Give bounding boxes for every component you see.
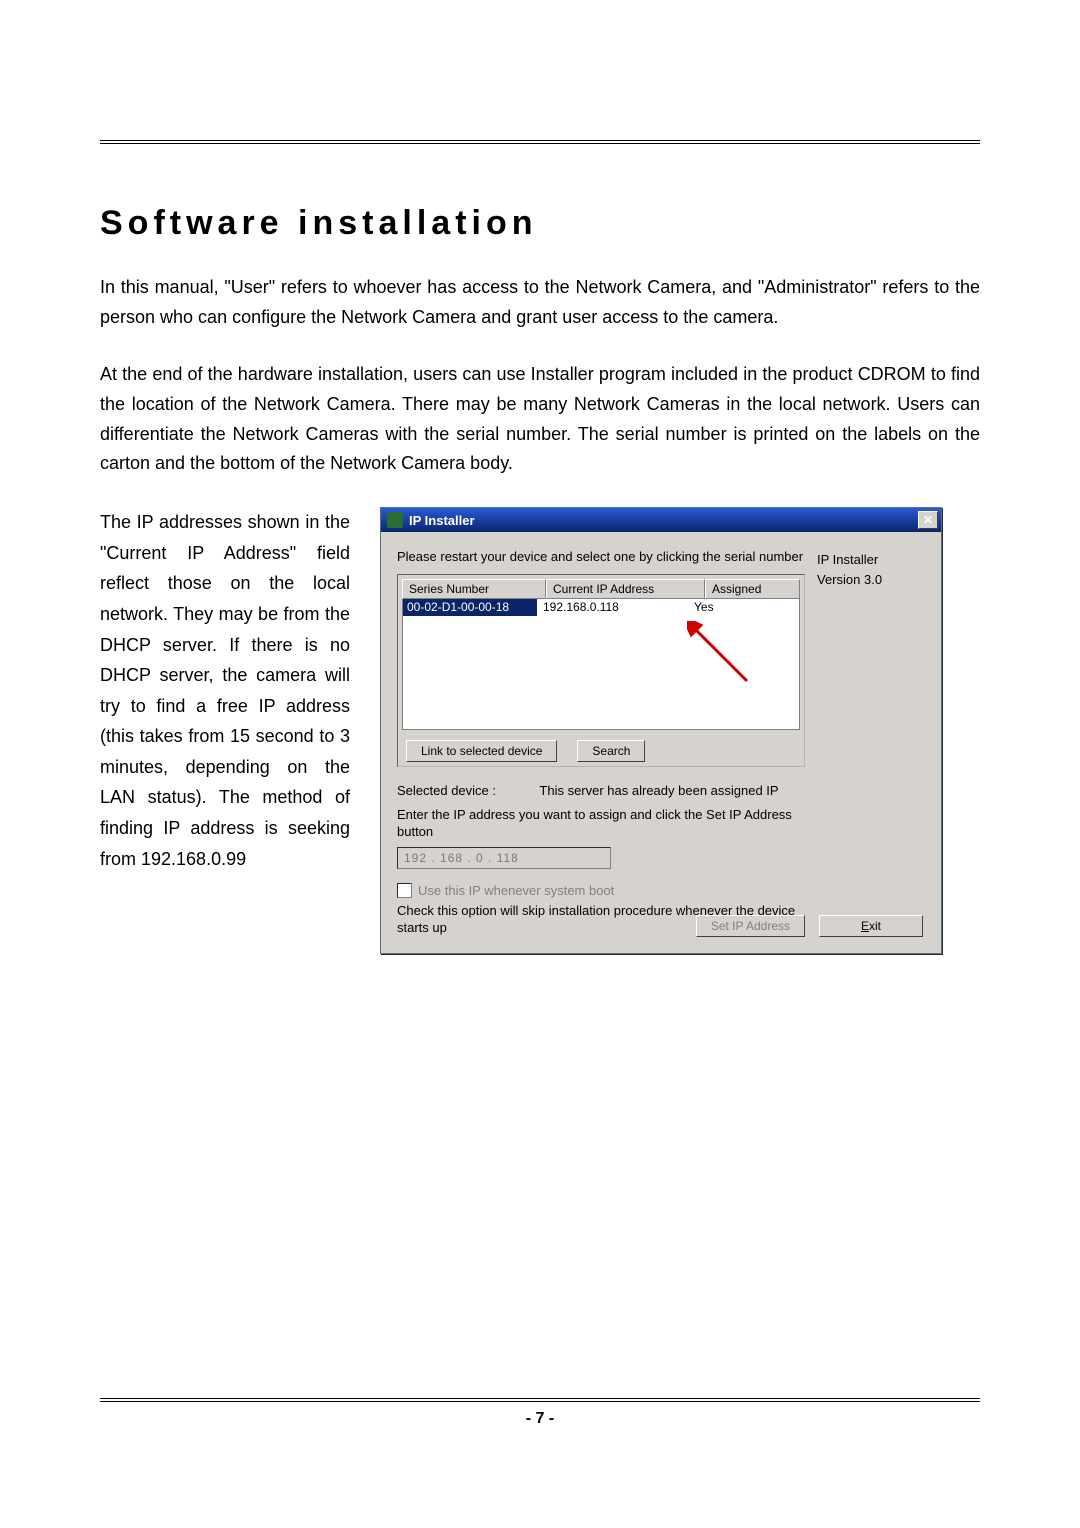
enter-ip-instruction: Enter the IP address you want to assign … (397, 806, 805, 841)
page-number: - 7 - (526, 1410, 554, 1427)
close-icon[interactable]: ✕ (918, 511, 938, 529)
cell-assigned: Yes (688, 599, 799, 616)
col-assigned[interactable]: Assigned (705, 579, 800, 599)
list-header: Series Number Current IP Address Assigne… (402, 579, 800, 599)
cell-series: 00-02-D1-00-00-18 (403, 599, 537, 616)
selected-device-status: This server has already been assigned IP (539, 783, 778, 798)
device-list-group: Series Number Current IP Address Assigne… (397, 574, 805, 767)
col-series-number[interactable]: Series Number (402, 579, 546, 599)
version-label: Version 3.0 (817, 570, 925, 590)
paragraph-3: The IP addresses shown in the "Current I… (100, 507, 350, 874)
paragraph-1: In this manual, "User" refers to whoever… (100, 273, 980, 332)
col-current-ip[interactable]: Current IP Address (546, 579, 705, 599)
titlebar[interactable]: IP Installer ✕ (381, 508, 941, 532)
annotation-arrow-icon (687, 621, 767, 701)
exit-button[interactable]: Exit (819, 915, 923, 937)
list-item[interactable]: 00-02-D1-00-00-18 192.168.0.118 Yes (403, 599, 799, 616)
device-list[interactable]: 00-02-D1-00-00-18 192.168.0.118 Yes (402, 599, 800, 730)
use-ip-checkbox[interactable] (397, 883, 412, 898)
paragraph-2: At the end of the hardware installation,… (100, 360, 980, 479)
ip-address-input[interactable]: 192 . 168 . 0 . 118 (397, 847, 611, 869)
search-button[interactable]: Search (577, 740, 645, 762)
link-to-device-button[interactable]: Link to selected device (406, 740, 557, 762)
selected-device-label: Selected device : (397, 783, 496, 798)
use-ip-checkbox-label: Use this IP whenever system boot (418, 883, 614, 898)
selected-device-line: Selected device : This server has alread… (397, 783, 805, 798)
cell-ip: 192.168.0.118 (537, 599, 688, 616)
header-rule (100, 140, 980, 144)
footer-rule: - 7 - (100, 1398, 980, 1428)
section-heading: Software installation (100, 204, 980, 243)
restart-instruction: Please restart your device and select on… (397, 548, 805, 566)
version-block: IP Installer Version 3.0 (817, 550, 925, 589)
app-name-label: IP Installer (817, 550, 925, 570)
app-icon (387, 512, 403, 528)
ip-installer-window: IP Installer ✕ Please restart your devic… (380, 507, 942, 954)
window-title: IP Installer (409, 513, 918, 528)
set-ip-address-button[interactable]: Set IP Address (696, 915, 805, 937)
